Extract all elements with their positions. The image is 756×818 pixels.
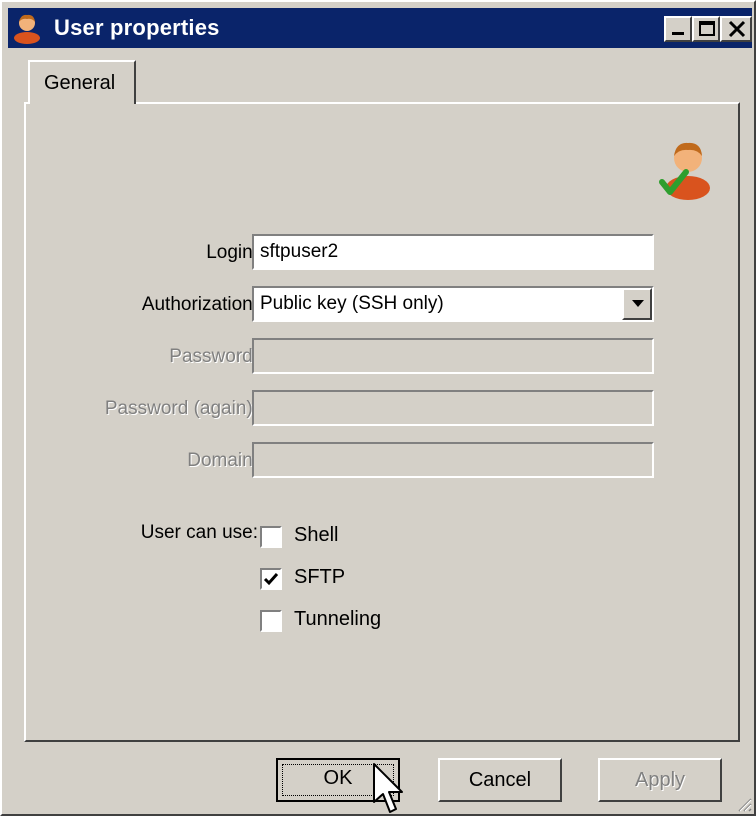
authorization-dropdown-button[interactable] xyxy=(622,288,652,320)
chevron-down-icon xyxy=(632,300,644,307)
cancel-button-label: Cancel xyxy=(468,769,532,791)
ok-button-label: OK xyxy=(323,767,353,789)
general-panel: Login: sftpuser2 Authorization: Public k… xyxy=(24,102,740,742)
user-check-icon xyxy=(659,142,710,200)
shell-label[interactable]: Shell xyxy=(294,524,338,547)
password-field xyxy=(252,338,654,374)
mouse-cursor-icon xyxy=(373,763,403,813)
close-button[interactable] xyxy=(720,16,752,42)
tab-general[interactable]: General xyxy=(28,60,136,104)
minimize-button[interactable] xyxy=(664,16,692,42)
apply-button-label: Apply xyxy=(634,769,686,791)
window-title: User properties xyxy=(54,15,220,40)
maximize-icon xyxy=(699,21,715,36)
authorization-label: Authorization: xyxy=(141,294,258,315)
title-bar[interactable]: User properties xyxy=(8,8,752,48)
authorization-value: Public key (SSH only) xyxy=(260,293,444,314)
password-label: Password: xyxy=(169,346,258,367)
tab-general-label: General xyxy=(44,72,116,94)
user-icon xyxy=(14,14,40,44)
close-icon xyxy=(728,20,746,38)
cancel-button[interactable]: Cancel xyxy=(438,758,562,802)
resize-grip-icon[interactable] xyxy=(736,796,752,812)
sftp-checkbox[interactable] xyxy=(260,568,282,590)
user-properties-window: User properties General Login: sftpuser2… xyxy=(0,0,756,816)
tunneling-label[interactable]: Tunneling xyxy=(294,608,381,631)
apply-button: Apply xyxy=(598,758,722,802)
maximize-button[interactable] xyxy=(692,16,720,42)
user-can-use-label: User can use: xyxy=(140,522,258,543)
login-label: Login: xyxy=(206,242,258,263)
domain-field xyxy=(252,442,654,478)
password-again-label: Password (again): xyxy=(104,398,258,419)
domain-label: Domain: xyxy=(187,450,258,471)
authorization-select[interactable]: Public key (SSH only) xyxy=(252,286,654,322)
password-again-field xyxy=(252,390,654,426)
shell-checkbox[interactable] xyxy=(260,526,282,548)
login-field[interactable]: sftpuser2 xyxy=(252,234,654,270)
sftp-label[interactable]: SFTP xyxy=(294,566,345,589)
checkmark-icon xyxy=(263,573,279,586)
minimize-icon xyxy=(672,32,684,35)
tunneling-checkbox[interactable] xyxy=(260,610,282,632)
